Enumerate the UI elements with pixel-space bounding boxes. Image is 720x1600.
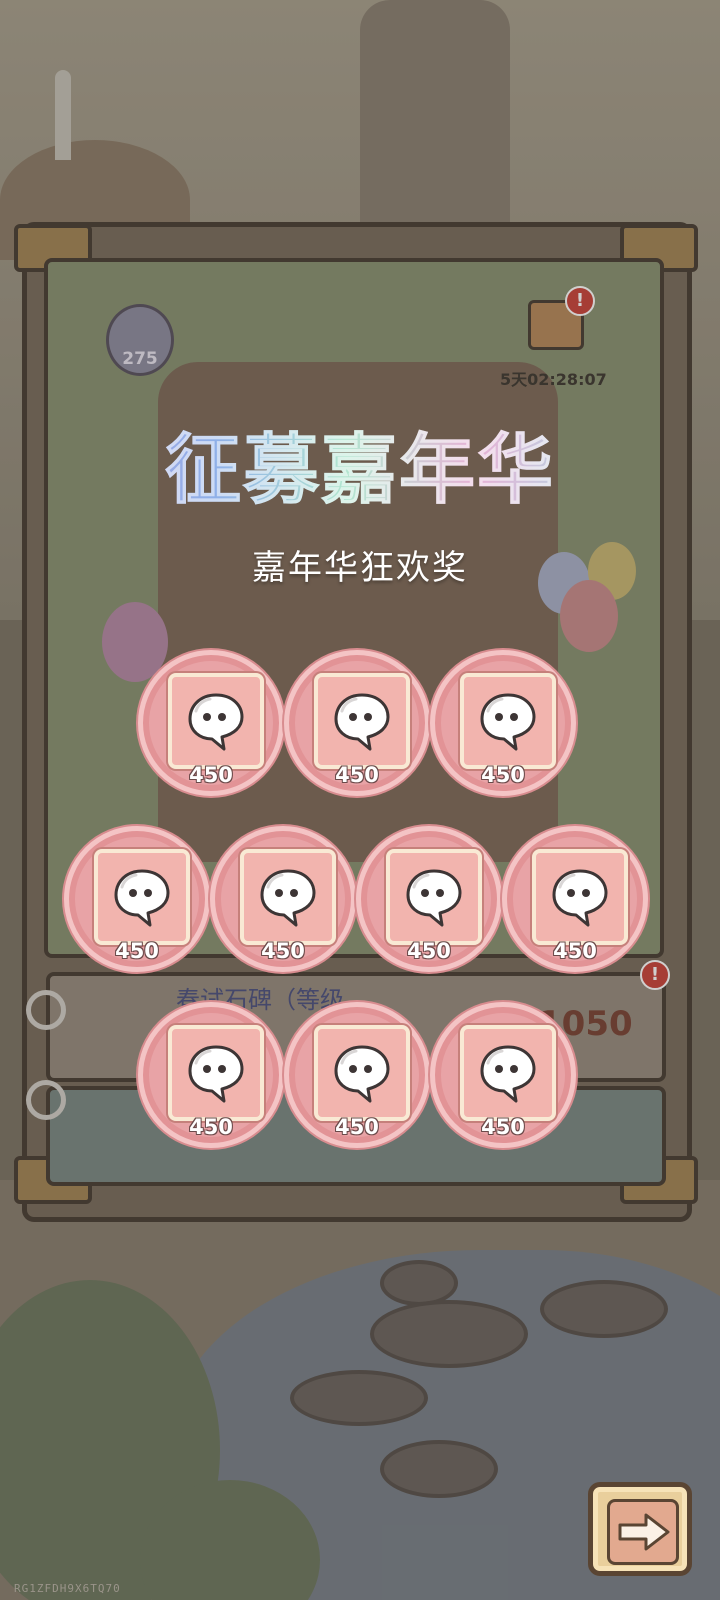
reward-amount: 450 — [407, 939, 451, 963]
reward-amount: 450 — [261, 939, 305, 963]
reward-item[interactable]: 450 — [138, 650, 284, 796]
reward-tile — [314, 673, 410, 769]
reward-tile — [314, 1025, 410, 1121]
reward-item[interactable]: 450 — [502, 826, 648, 972]
reward-amount: 450 — [553, 939, 597, 963]
continue-button-face — [607, 1499, 679, 1565]
ghost-token-icon — [114, 869, 170, 927]
ghost-token-icon — [552, 869, 608, 927]
reward-amount: 450 — [335, 1115, 379, 1139]
popup-title: 征募嘉年华 — [0, 408, 720, 518]
reward-amount: 450 — [335, 763, 379, 787]
reward-item[interactable]: 450 — [284, 650, 430, 796]
reward-tile — [168, 673, 264, 769]
ghost-token-icon — [334, 1045, 390, 1103]
reward-item[interactable]: 450 — [210, 826, 356, 972]
reward-tile — [94, 849, 190, 945]
ghost-token-icon — [334, 693, 390, 751]
ghost-token-icon — [480, 693, 536, 751]
reward-item[interactable]: 450 — [64, 826, 210, 972]
reward-item[interactable]: 450 — [138, 1002, 284, 1148]
reward-item[interactable]: 450 — [356, 826, 502, 972]
ghost-token-icon — [188, 1045, 244, 1103]
reward-tile — [460, 1025, 556, 1121]
reward-tile — [386, 849, 482, 945]
ghost-token-icon — [188, 693, 244, 751]
reward-tile — [240, 849, 336, 945]
dim-overlay — [0, 0, 720, 1600]
reward-amount: 450 — [189, 1115, 233, 1139]
arrow-right-icon — [618, 1513, 670, 1551]
popup-subtitle: 嘉年华狂欢奖 — [252, 548, 468, 588]
reward-tile — [460, 673, 556, 769]
ghost-token-icon — [260, 869, 316, 927]
reward-item[interactable]: 450 — [284, 1002, 430, 1148]
reward-amount: 450 — [481, 1115, 525, 1139]
ghost-token-icon — [480, 1045, 536, 1103]
reward-item[interactable]: 450 — [430, 1002, 576, 1148]
ghost-token-icon — [406, 869, 462, 927]
reward-tile — [168, 1025, 264, 1121]
reward-amount: 450 — [115, 939, 159, 963]
reward-amount: 450 — [481, 763, 525, 787]
watermark: RG1ZFDH9X6TQ70 — [14, 1582, 121, 1595]
reward-item[interactable]: 450 — [430, 650, 576, 796]
continue-button[interactable] — [588, 1482, 692, 1576]
reward-tile — [532, 849, 628, 945]
reward-amount: 450 — [189, 763, 233, 787]
